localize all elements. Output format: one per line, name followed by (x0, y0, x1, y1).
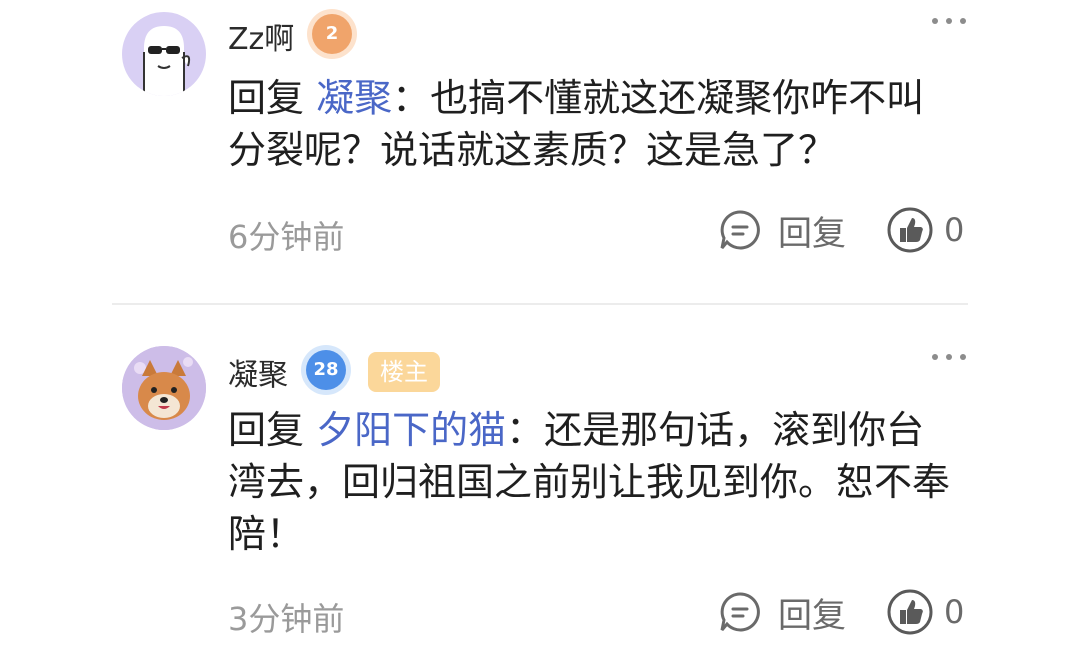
username[interactable]: Zz啊 (228, 14, 294, 58)
like-count: 0 (944, 593, 965, 631)
mention-link[interactable]: 凝聚 (316, 76, 392, 120)
comment-text: 回复 夕阳下的猫：还是那句话，滚到你台湾去，回归祖国之前别让我见到你。恕不奉陪！ (228, 404, 958, 560)
username[interactable]: 凝聚 (228, 350, 288, 394)
timestamp: 3分钟前 (228, 600, 345, 638)
user-avatar[interactable] (122, 12, 206, 96)
thumbs-up-icon (887, 589, 933, 635)
level-badge: 2 (312, 14, 352, 54)
like-count: 0 (944, 211, 965, 249)
reply-label: 回复 (778, 595, 846, 636)
comment-item: Zz啊 2 回复 凝聚：也搞不懂就这还凝聚你咋不叫分裂呢？说话就这素质？这是急了… (0, 0, 1080, 300)
like-button[interactable]: 0 (886, 588, 964, 636)
comment-bubble-icon (720, 592, 760, 632)
divider (112, 303, 968, 305)
level-badge: 28 (306, 350, 346, 390)
like-button[interactable]: 0 (886, 206, 964, 254)
reply-button[interactable]: 回复 (718, 206, 846, 254)
mention-link[interactable]: 夕阳下的猫 (316, 408, 506, 452)
reply-button[interactable]: 回复 (718, 588, 846, 636)
timestamp: 6分钟前 (228, 218, 345, 256)
sunglasses-ghost-icon (143, 26, 191, 96)
comment-text: 回复 凝聚：也搞不懂就这还凝聚你咋不叫分裂呢？说话就这素质？这是急了？ (228, 72, 958, 176)
thumbs-up-icon (887, 207, 933, 253)
user-avatar[interactable] (122, 346, 206, 430)
shiba-dog-icon (122, 346, 206, 430)
comment-bubble-icon (720, 210, 760, 250)
reply-prefix: 回复 (228, 408, 317, 452)
reply-label: 回复 (778, 213, 846, 254)
more-options-icon[interactable] (932, 16, 966, 26)
reply-prefix: 回复 (228, 76, 317, 120)
owner-badge: 楼主 (368, 352, 440, 392)
more-options-icon[interactable] (932, 352, 966, 362)
comment-item: 凝聚 28 楼主 回复 夕阳下的猫：还是那句话，滚到你台湾去，回归祖国之前别让我… (0, 306, 1080, 664)
